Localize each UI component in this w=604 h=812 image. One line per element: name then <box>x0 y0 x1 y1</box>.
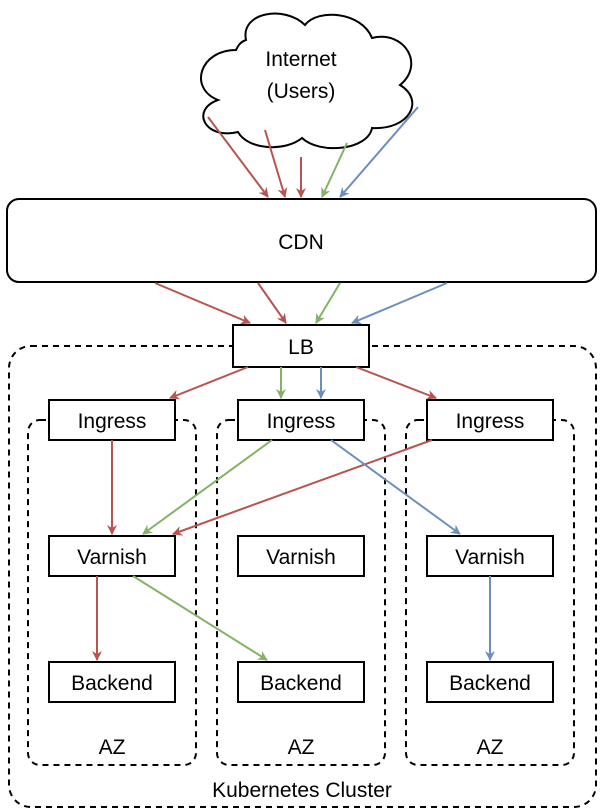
internet-label-line2: (Users) <box>267 80 336 103</box>
backend-label: Backend <box>449 672 531 695</box>
lb-label: LB <box>288 336 314 359</box>
az-label: AZ <box>477 736 504 759</box>
edge-lb-ingress1-red <box>169 366 249 400</box>
backend-node-1[interactable]: Backend <box>48 661 176 703</box>
varnish-label: Varnish <box>77 546 147 569</box>
edge-ingress2-varnish1-green <box>142 439 273 535</box>
varnish-node-1[interactable]: Varnish <box>48 535 176 577</box>
edge-cdn-lb-red-2 <box>257 282 287 324</box>
varnish-node-2[interactable]: Varnish <box>237 535 365 577</box>
internet-label-line1: Internet <box>265 48 336 71</box>
edge-ingress3-varnish1-red <box>172 439 433 536</box>
ingress-node-2[interactable]: Ingress <box>237 399 365 441</box>
az-label: AZ <box>99 736 126 759</box>
lb-node[interactable]: LB <box>232 324 370 368</box>
ingress-node-3[interactable]: Ingress <box>426 399 554 441</box>
edge-cdn-lb-blue <box>351 282 448 325</box>
internet-cloud-node[interactable]: Internet (Users) <box>200 12 414 150</box>
edge-lb-ingress3-red <box>355 366 437 400</box>
edge-cdn-lb-green <box>315 282 341 324</box>
ingress-label: Ingress <box>267 410 336 433</box>
backend-label: Backend <box>71 672 153 695</box>
ingress-label: Ingress <box>78 410 147 433</box>
backend-label: Backend <box>260 672 342 695</box>
edge-cdn-lb-red-1 <box>154 282 251 325</box>
az-zone-2: AZ <box>216 419 386 766</box>
cdn-node[interactable]: CDN <box>6 198 597 283</box>
backend-node-3[interactable]: Backend <box>426 661 554 703</box>
backend-node-2[interactable]: Backend <box>237 661 365 703</box>
varnish-node-3[interactable]: Varnish <box>426 535 554 577</box>
kubernetes-cluster-label: Kubernetes Cluster <box>212 779 392 802</box>
ingress-node-1[interactable]: Ingress <box>48 399 176 441</box>
varnish-label: Varnish <box>455 546 525 569</box>
architecture-diagram: Kubernetes Cluster AZ AZ AZ Internet (Us… <box>6 12 597 808</box>
edge-varnish1-backend2-green <box>132 575 268 661</box>
cdn-label: CDN <box>278 231 324 254</box>
varnish-label: Varnish <box>266 546 336 569</box>
edges <box>92 106 495 661</box>
edge-internet-cdn-green <box>321 142 348 198</box>
ingress-label: Ingress <box>456 410 525 433</box>
az-label: AZ <box>288 736 315 759</box>
